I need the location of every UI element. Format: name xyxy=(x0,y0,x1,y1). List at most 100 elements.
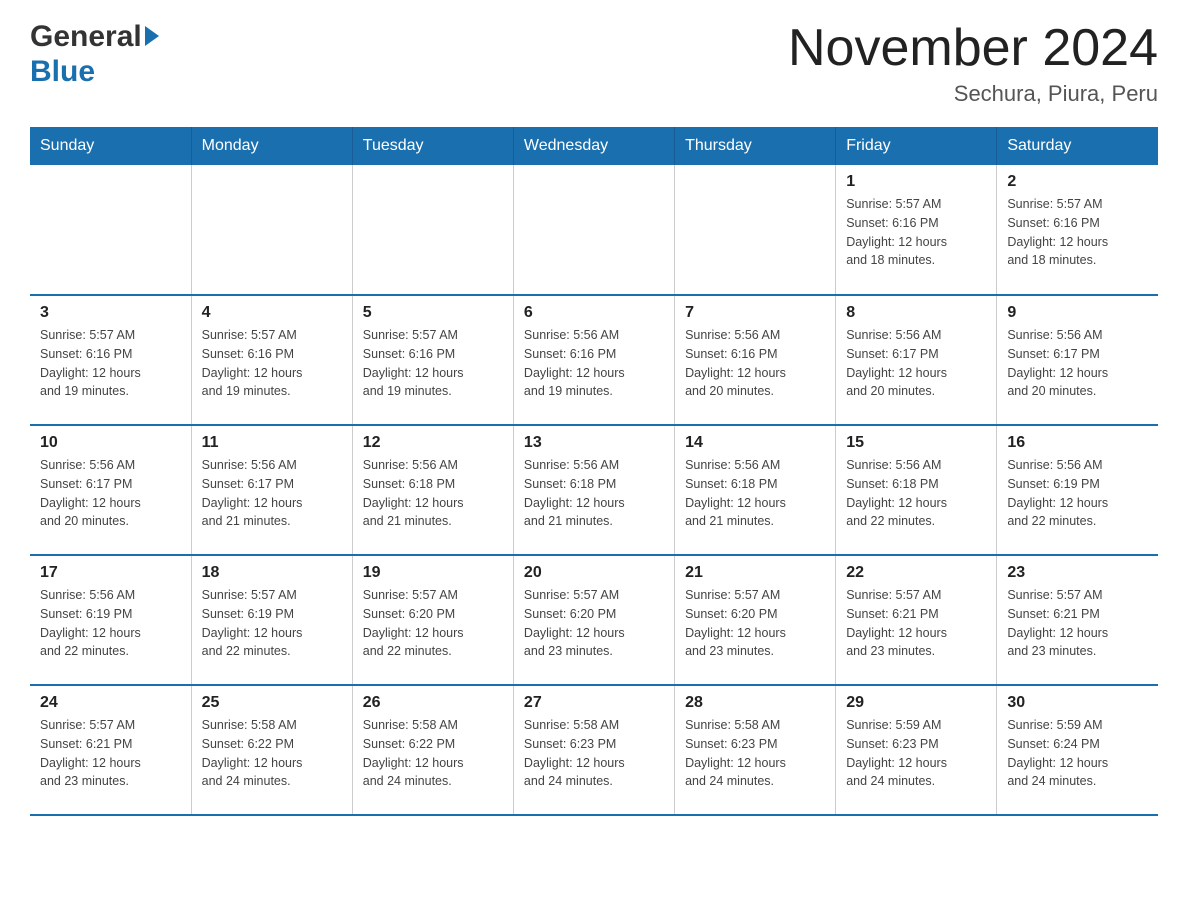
day-info: Sunrise: 5:56 AM Sunset: 6:19 PM Dayligh… xyxy=(1007,456,1148,531)
day-number: 25 xyxy=(202,694,342,712)
day-number: 23 xyxy=(1007,564,1148,582)
title-section: November 2024 Sechura, Piura, Peru xyxy=(788,20,1158,107)
day-number: 8 xyxy=(846,304,986,322)
calendar-body: 1 Sunrise: 5:57 AM Sunset: 6:16 PM Daylig… xyxy=(30,165,1158,815)
calendar-cell: 14Sunrise: 5:56 AM Sunset: 6:18 PM Dayli… xyxy=(675,425,836,555)
calendar-cell: 22Sunrise: 5:57 AM Sunset: 6:21 PM Dayli… xyxy=(836,555,997,685)
day-info: Sunrise: 5:56 AM Sunset: 6:17 PM Dayligh… xyxy=(202,456,342,531)
day-number: 4 xyxy=(202,304,342,322)
weekday-header-row: SundayMondayTuesdayWednesdayThursdayFrid… xyxy=(30,127,1158,165)
day-info: Sunrise: 5:56 AM Sunset: 6:19 PM Dayligh… xyxy=(40,586,181,661)
logo-line1: General xyxy=(30,20,159,55)
calendar-cell: 27 Sunrise: 5:58 AM Sunset: 6:23 PM Dayli… xyxy=(513,685,674,815)
day-number: 18 xyxy=(202,564,342,582)
calendar-cell: 29 Sunrise: 5:59 AM Sunset: 6:23 PM Dayli… xyxy=(836,685,997,815)
day-info: Sunrise: 5:57 AM Sunset: 6:16 PM Dayligh… xyxy=(1007,195,1148,270)
day-info: Sunrise: 5:57 AM Sunset: 6:20 PM Dayligh… xyxy=(685,586,825,661)
calendar-week-row: 17 Sunrise: 5:56 AM Sunset: 6:19 PM Dayli… xyxy=(30,555,1158,685)
day-info: Sunrise: 5:56 AM Sunset: 6:17 PM Dayligh… xyxy=(1007,326,1148,401)
day-info: Sunrise: 5:57 AM Sunset: 6:20 PM Dayligh… xyxy=(524,586,664,661)
day-info: Sunrise: 5:57 AM Sunset: 6:19 PM Dayligh… xyxy=(202,586,342,661)
day-number: 24 xyxy=(40,694,181,712)
calendar-cell: 28 Sunrise: 5:58 AM Sunset: 6:23 PM Dayli… xyxy=(675,685,836,815)
logo-arrow-icon xyxy=(145,26,159,46)
day-info: Sunrise: 5:59 AM Sunset: 6:23 PM Dayligh… xyxy=(846,716,986,791)
day-info: Sunrise: 5:57 AM Sunset: 6:16 PM Dayligh… xyxy=(846,195,986,270)
day-info: Sunrise: 5:57 AM Sunset: 6:21 PM Dayligh… xyxy=(846,586,986,661)
day-number: 19 xyxy=(363,564,503,582)
day-info: Sunrise: 5:57 AM Sunset: 6:16 PM Dayligh… xyxy=(363,326,503,401)
day-info: Sunrise: 5:56 AM Sunset: 6:16 PM Dayligh… xyxy=(524,326,664,401)
day-info: Sunrise: 5:56 AM Sunset: 6:16 PM Dayligh… xyxy=(685,326,825,401)
day-info: Sunrise: 5:58 AM Sunset: 6:23 PM Dayligh… xyxy=(685,716,825,791)
calendar-cell: 13 Sunrise: 5:56 AM Sunset: 6:18 PM Dayli… xyxy=(513,425,674,555)
day-info: Sunrise: 5:57 AM Sunset: 6:20 PM Dayligh… xyxy=(363,586,503,661)
calendar-cell xyxy=(513,165,674,295)
day-number: 7 xyxy=(685,304,825,322)
calendar-cell: 9 Sunrise: 5:56 AM Sunset: 6:17 PM Daylig… xyxy=(997,295,1158,425)
day-number: 28 xyxy=(685,694,825,712)
calendar-cell: 23 Sunrise: 5:57 AM Sunset: 6:21 PM Dayli… xyxy=(997,555,1158,685)
logo-blue-text: Blue xyxy=(30,55,95,88)
day-number: 1 xyxy=(846,173,986,191)
main-title: November 2024 xyxy=(788,20,1158,77)
calendar-week-row: 24 Sunrise: 5:57 AM Sunset: 6:21 PM Dayli… xyxy=(30,685,1158,815)
calendar-cell xyxy=(675,165,836,295)
weekday-header-thursday: Thursday xyxy=(675,127,836,165)
calendar-cell: 21 Sunrise: 5:57 AM Sunset: 6:20 PM Dayli… xyxy=(675,555,836,685)
calendar-cell xyxy=(30,165,191,295)
day-info: Sunrise: 5:57 AM Sunset: 6:21 PM Dayligh… xyxy=(1007,586,1148,661)
weekday-header-saturday: Saturday xyxy=(997,127,1158,165)
calendar-cell: 11 Sunrise: 5:56 AM Sunset: 6:17 PM Dayli… xyxy=(191,425,352,555)
day-number: 21 xyxy=(685,564,825,582)
calendar-cell: 1 Sunrise: 5:57 AM Sunset: 6:16 PM Daylig… xyxy=(836,165,997,295)
day-number: 11 xyxy=(202,434,342,452)
day-number: 5 xyxy=(363,304,503,322)
day-number: 10 xyxy=(40,434,181,452)
day-number: 6 xyxy=(524,304,664,322)
calendar-cell: 16Sunrise: 5:56 AM Sunset: 6:19 PM Dayli… xyxy=(997,425,1158,555)
calendar-cell: 4Sunrise: 5:57 AM Sunset: 6:16 PM Daylig… xyxy=(191,295,352,425)
calendar-table: SundayMondayTuesdayWednesdayThursdayFrid… xyxy=(30,127,1158,816)
calendar-week-row: 3 Sunrise: 5:57 AM Sunset: 6:16 PM Daylig… xyxy=(30,295,1158,425)
day-info: Sunrise: 5:58 AM Sunset: 6:22 PM Dayligh… xyxy=(202,716,342,791)
calendar-cell: 8Sunrise: 5:56 AM Sunset: 6:17 PM Daylig… xyxy=(836,295,997,425)
calendar-cell: 19 Sunrise: 5:57 AM Sunset: 6:20 PM Dayli… xyxy=(352,555,513,685)
day-number: 17 xyxy=(40,564,181,582)
calendar-cell: 6 Sunrise: 5:56 AM Sunset: 6:16 PM Daylig… xyxy=(513,295,674,425)
calendar-week-row: 1 Sunrise: 5:57 AM Sunset: 6:16 PM Daylig… xyxy=(30,165,1158,295)
calendar-cell: 18 Sunrise: 5:57 AM Sunset: 6:19 PM Dayli… xyxy=(191,555,352,685)
calendar-cell: 15Sunrise: 5:56 AM Sunset: 6:18 PM Dayli… xyxy=(836,425,997,555)
day-number: 3 xyxy=(40,304,181,322)
calendar-cell: 3 Sunrise: 5:57 AM Sunset: 6:16 PM Daylig… xyxy=(30,295,191,425)
day-info: Sunrise: 5:56 AM Sunset: 6:17 PM Dayligh… xyxy=(40,456,181,531)
calendar-cell: 25 Sunrise: 5:58 AM Sunset: 6:22 PM Dayli… xyxy=(191,685,352,815)
day-info: Sunrise: 5:56 AM Sunset: 6:18 PM Dayligh… xyxy=(524,456,664,531)
calendar-cell: 30Sunrise: 5:59 AM Sunset: 6:24 PM Dayli… xyxy=(997,685,1158,815)
day-number: 29 xyxy=(846,694,986,712)
calendar-cell: 24 Sunrise: 5:57 AM Sunset: 6:21 PM Dayli… xyxy=(30,685,191,815)
day-number: 27 xyxy=(524,694,664,712)
calendar-cell: 10 Sunrise: 5:56 AM Sunset: 6:17 PM Dayli… xyxy=(30,425,191,555)
weekday-header-tuesday: Tuesday xyxy=(352,127,513,165)
day-info: Sunrise: 5:58 AM Sunset: 6:22 PM Dayligh… xyxy=(363,716,503,791)
day-info: Sunrise: 5:57 AM Sunset: 6:16 PM Dayligh… xyxy=(40,326,181,401)
day-number: 12 xyxy=(363,434,503,452)
day-number: 26 xyxy=(363,694,503,712)
day-info: Sunrise: 5:56 AM Sunset: 6:18 PM Dayligh… xyxy=(363,456,503,531)
day-number: 9 xyxy=(1007,304,1148,322)
day-info: Sunrise: 5:56 AM Sunset: 6:18 PM Dayligh… xyxy=(685,456,825,531)
calendar-cell: 2Sunrise: 5:57 AM Sunset: 6:16 PM Daylig… xyxy=(997,165,1158,295)
calendar-header: SundayMondayTuesdayWednesdayThursdayFrid… xyxy=(30,127,1158,165)
day-number: 13 xyxy=(524,434,664,452)
day-info: Sunrise: 5:57 AM Sunset: 6:21 PM Dayligh… xyxy=(40,716,181,791)
day-info: Sunrise: 5:58 AM Sunset: 6:23 PM Dayligh… xyxy=(524,716,664,791)
calendar-cell xyxy=(352,165,513,295)
day-number: 30 xyxy=(1007,694,1148,712)
weekday-header-monday: Monday xyxy=(191,127,352,165)
calendar-cell: 26 Sunrise: 5:58 AM Sunset: 6:22 PM Dayli… xyxy=(352,685,513,815)
calendar-cell: 7 Sunrise: 5:56 AM Sunset: 6:16 PM Daylig… xyxy=(675,295,836,425)
subtitle: Sechura, Piura, Peru xyxy=(788,81,1158,107)
calendar-cell xyxy=(191,165,352,295)
page-header: General Blue November 2024 Sechura, Piur… xyxy=(30,20,1158,107)
